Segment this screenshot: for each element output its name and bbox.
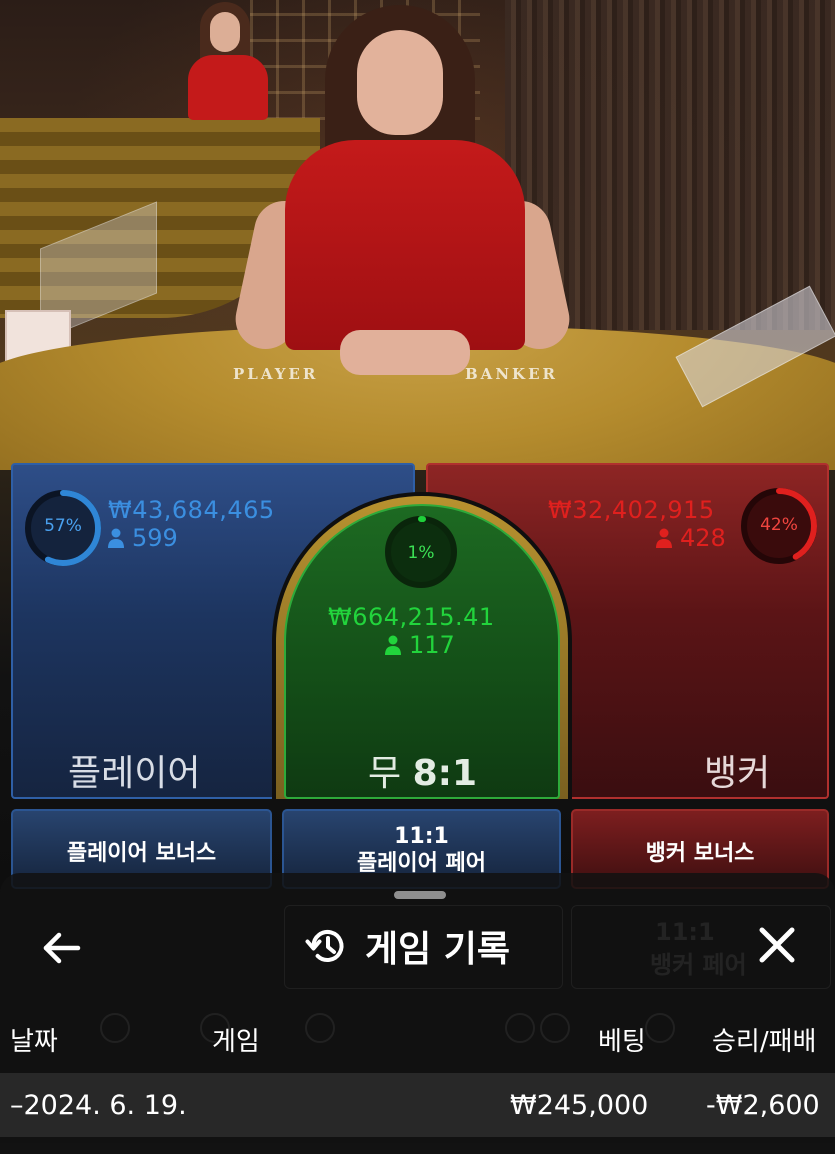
tie-percent: 1% [407, 543, 435, 563]
back-button[interactable] [38, 928, 88, 968]
banker-count: 428 [656, 524, 726, 552]
faded-road-dot [100, 1013, 130, 1043]
close-button[interactable] [755, 923, 799, 967]
faded-road-dot [645, 1013, 675, 1043]
faded-banker-pair-text: 11:1 [655, 918, 715, 946]
person-icon [385, 635, 401, 655]
tie-label-text: 무 [368, 753, 402, 794]
tie-count: 117 [385, 631, 455, 659]
sheet-header: 게임 기록 [305, 921, 510, 971]
row-bet: ₩245,000 [510, 1090, 649, 1121]
person-icon [108, 528, 124, 548]
faded-banker-pair-label: 뱅커 페어 [650, 951, 747, 979]
tie-amount: ₩664,215.41 [328, 603, 495, 631]
faded-road-dot [540, 1013, 570, 1043]
player-pair-odds: 11:1 [394, 824, 449, 849]
faded-road-dot [505, 1013, 535, 1043]
row-date: –2024. 6. 19. [10, 1090, 187, 1121]
tie-payout: 8:1 [412, 753, 478, 794]
player-amount: ₩43,684,465 [108, 496, 275, 524]
column-header-date[interactable]: 날짜 [10, 1021, 58, 1058]
game-history-sheet: 11:1 뱅커 페어 게임 기록 날짜 게임 베팅 승리/패배 –2024. 6… [0, 873, 835, 1154]
sheet-title: 게임 기록 [365, 929, 511, 970]
banker-count-value: 428 [680, 524, 726, 552]
player-count: 599 [108, 524, 178, 552]
close-icon [759, 927, 795, 963]
row-result: -₩2,600 [706, 1090, 820, 1121]
faded-road-dot [305, 1013, 335, 1043]
live-video: PLAYER BANKER [0, 0, 835, 470]
column-header-result[interactable]: 승리/패배 [712, 1021, 816, 1058]
column-header-game[interactable]: 게임 [212, 1021, 260, 1058]
history-row[interactable]: –2024. 6. 19. ₩245,000 -₩2,600 [0, 1073, 835, 1137]
drag-handle[interactable] [394, 891, 446, 899]
tie-label: 무 8:1 [368, 744, 477, 796]
player-percent: 57% [44, 516, 82, 536]
player-bonus-label: 플레이어 보너스 [66, 841, 217, 866]
history-icon [305, 930, 344, 962]
player-count-value: 599 [132, 524, 178, 552]
column-header-bet[interactable]: 베팅 [598, 1021, 646, 1058]
banker-amount: ₩32,402,915 [548, 496, 715, 524]
player-label: 플레이어 [68, 753, 201, 794]
banker-label: 뱅커 [704, 753, 771, 794]
banker-bonus-label: 뱅커 보너스 [645, 841, 755, 866]
person-icon [656, 528, 672, 548]
table-marking-player: PLAYER [233, 365, 319, 383]
table-marking-banker: BANKER [465, 365, 558, 383]
arrow-left-icon [43, 932, 81, 964]
dealer [230, 0, 575, 380]
tie-count-value: 117 [409, 631, 455, 659]
banker-percent: 42% [760, 515, 798, 535]
